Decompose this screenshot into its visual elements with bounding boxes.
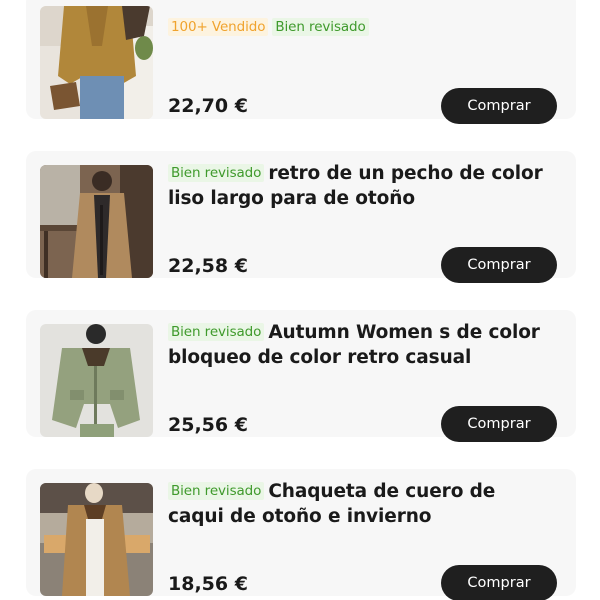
product-title[interactable]: 100+ Vendido Bien revisado (168, 15, 556, 40)
product-price: 18,56 € (168, 573, 248, 595)
well-reviewed-badge: Bien revisado (168, 323, 265, 341)
product-image[interactable] (40, 6, 153, 119)
product-card[interactable]: Bien revisado retro de un pecho de color … (26, 151, 576, 283)
well-reviewed-badge: Bien revisado (272, 18, 369, 36)
product-image[interactable] (40, 165, 153, 278)
product-info: Bien revisado Autumn Women s de color blo… (168, 320, 556, 370)
camel-long-coat-image (40, 165, 153, 278)
product-price: 22,70 € (168, 95, 248, 117)
product-image[interactable] (40, 324, 153, 437)
product-info: Bien revisado Chaqueta de cuero de caqui … (168, 479, 556, 529)
product-title[interactable]: Bien revisado Chaqueta de cuero de caqui … (168, 479, 556, 529)
product-title[interactable]: Bien revisado retro de un pecho de color … (168, 161, 556, 211)
buy-button[interactable]: Comprar (441, 247, 557, 283)
product-card[interactable]: Bien revisado Autumn Women s de color blo… (26, 310, 576, 442)
product-title[interactable]: Bien revisado Autumn Women s de color blo… (168, 320, 556, 370)
buy-button[interactable]: Comprar (441, 565, 557, 600)
product-price: 25,56 € (168, 414, 248, 436)
mustard-jacket-image (40, 6, 153, 119)
olive-jacket-image (40, 324, 153, 437)
product-info: 100+ Vendido Bien revisado (168, 2, 556, 40)
buy-button[interactable]: Comprar (441, 88, 557, 124)
buy-button[interactable]: Comprar (441, 406, 557, 442)
product-price: 22,58 € (168, 255, 248, 277)
product-card[interactable]: Bien revisado Chaqueta de cuero de caqui … (26, 469, 576, 600)
khaki-jacket-image (40, 483, 153, 596)
well-reviewed-badge: Bien revisado (168, 164, 265, 182)
product-card[interactable]: 100+ Vendido Bien revisado 22,70 € Compra… (26, 0, 576, 124)
product-image[interactable] (40, 483, 153, 596)
product-info: Bien revisado retro de un pecho de color … (168, 161, 556, 211)
well-reviewed-badge: Bien revisado (168, 482, 265, 500)
sold-count-badge: 100+ Vendido (168, 18, 269, 36)
product-list: 100+ Vendido Bien revisado 22,70 € Compra… (0, 0, 600, 600)
